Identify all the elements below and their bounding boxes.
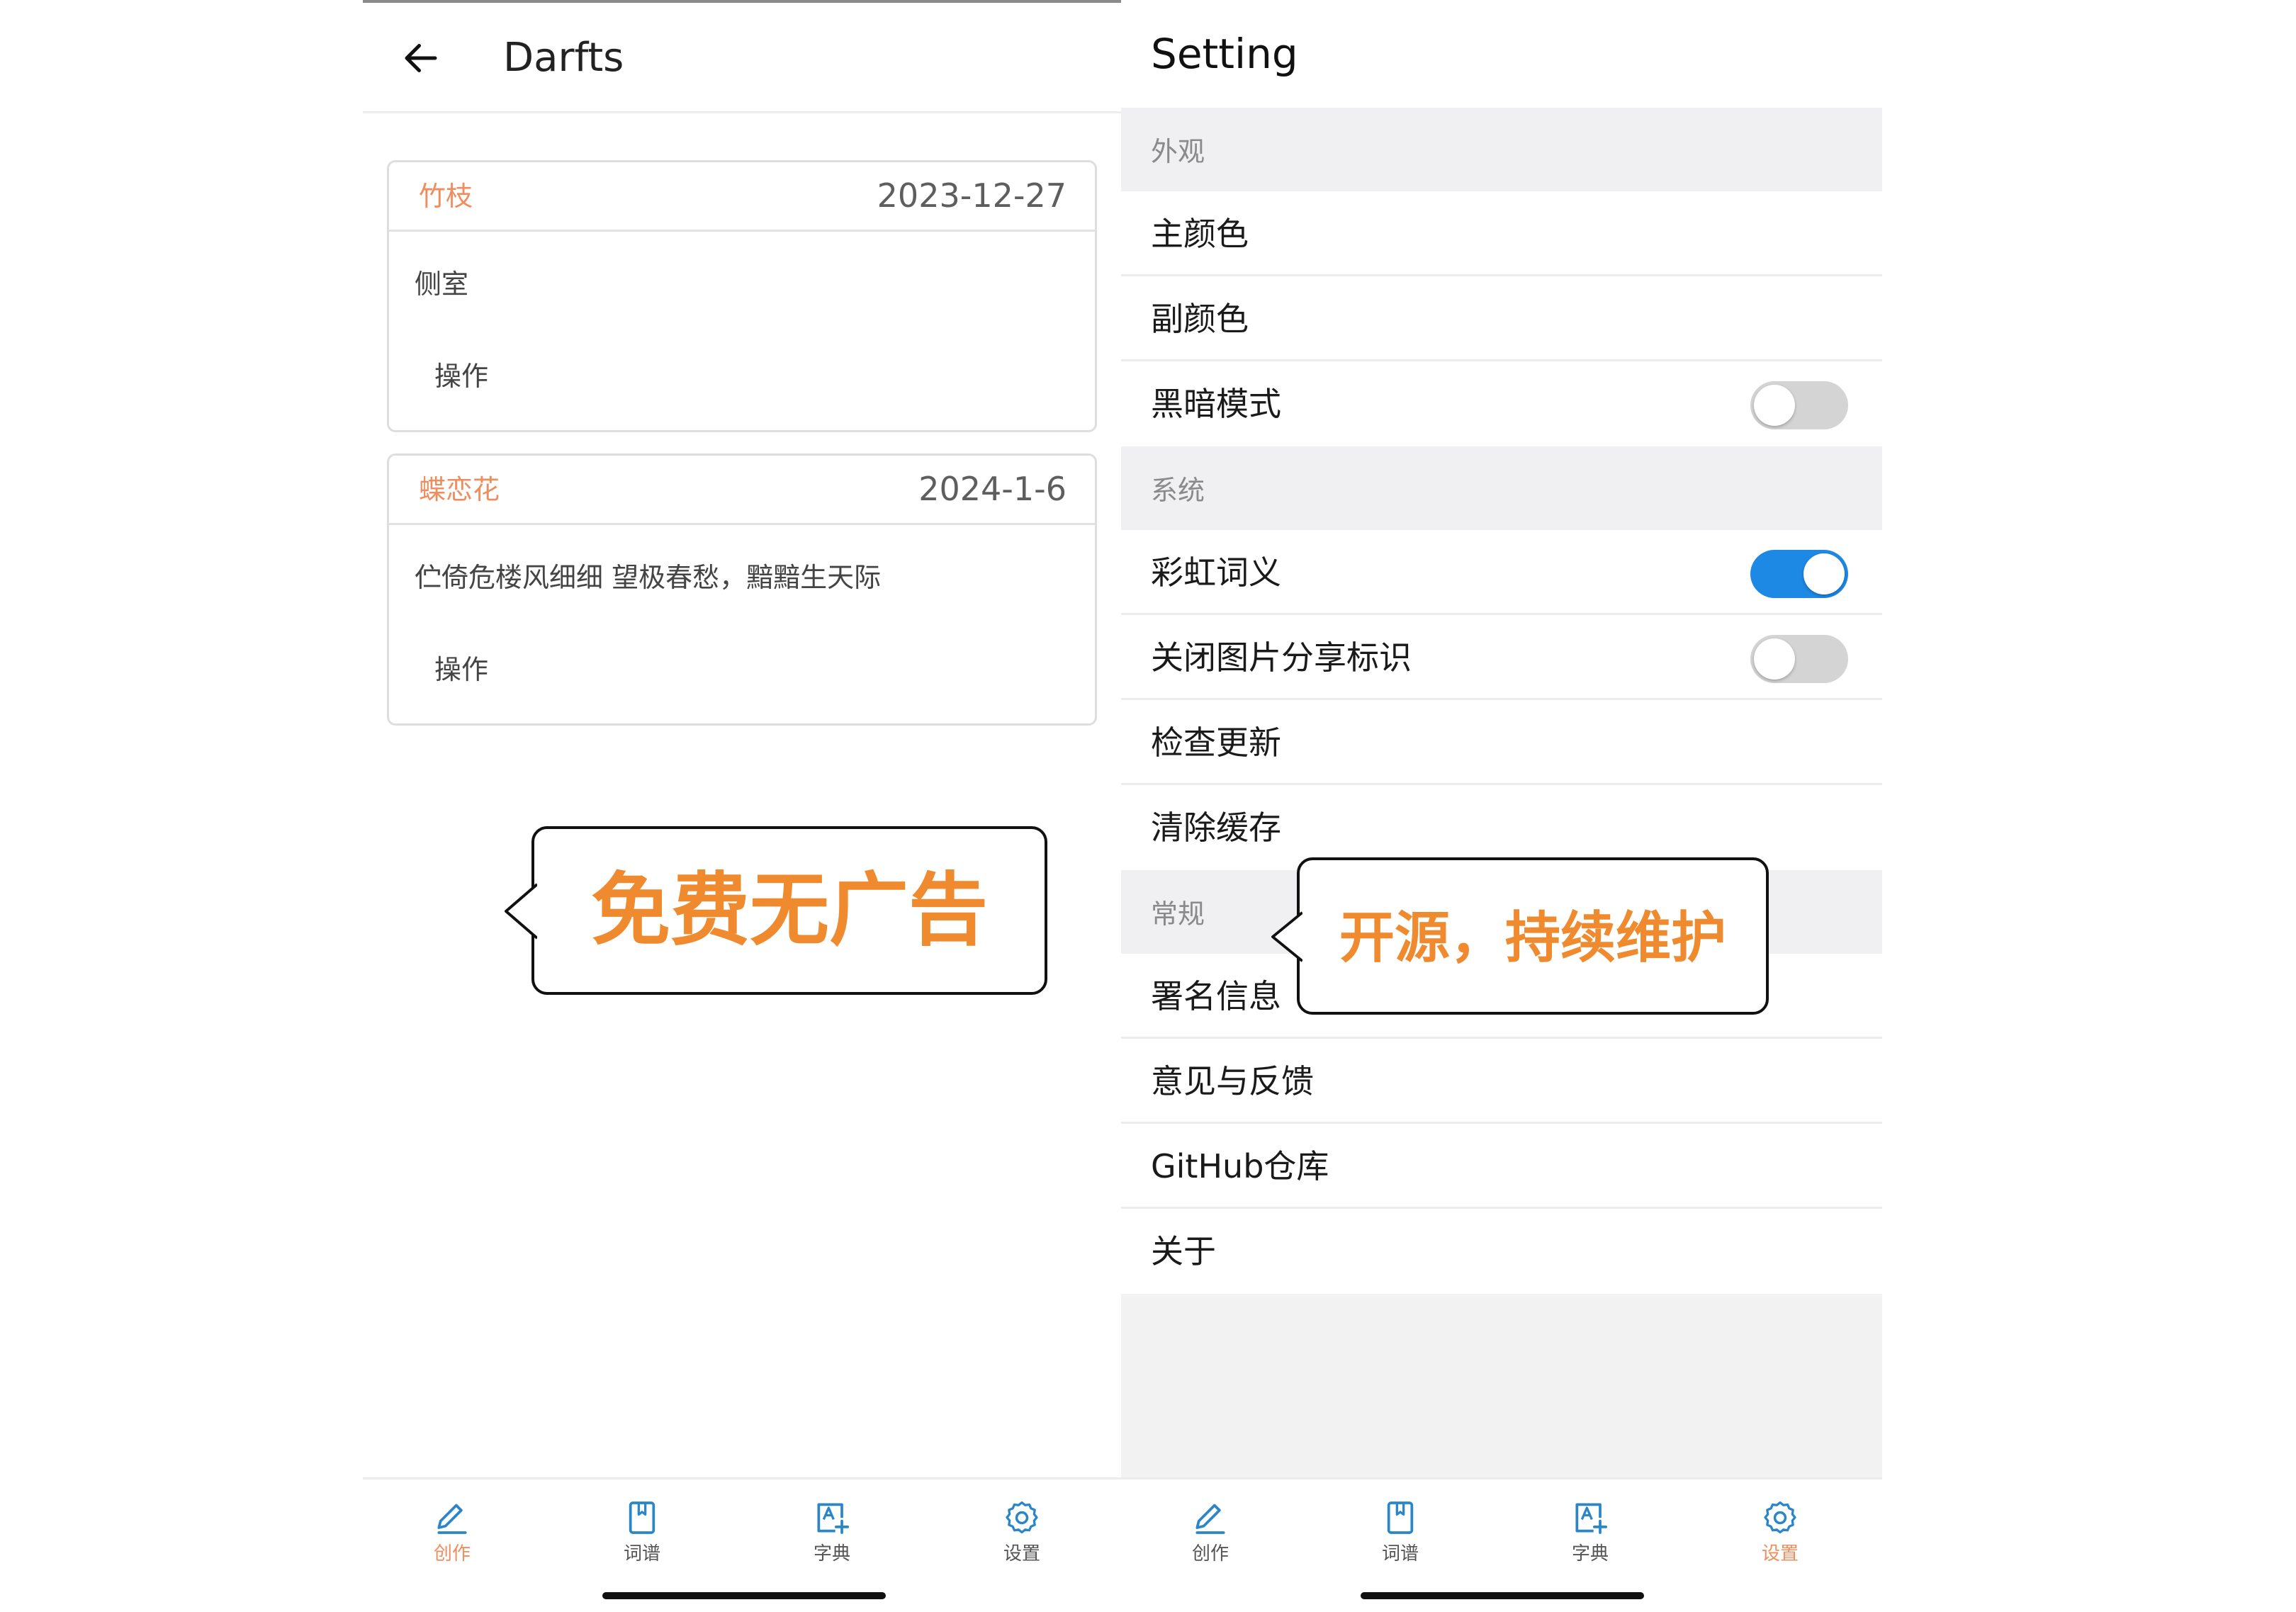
rainbow-meaning-toggle[interactable] [1750, 550, 1848, 598]
tab-cipu[interactable]: 词谱 [592, 1491, 692, 1590]
draft-card-header: 蝶恋花 2024-1-6 [389, 456, 1095, 525]
setting-hide-share-mark: 关闭图片分享标识 [1121, 615, 1882, 700]
setting-label: 意见与反馈 [1151, 1062, 1314, 1100]
back-button[interactable] [394, 31, 451, 85]
tab-settings[interactable]: 设置 [972, 1491, 1071, 1590]
toggle-knob [1754, 638, 1795, 680]
section-label: 外观 [1151, 136, 1205, 167]
callout-free-no-ads: 免费无广告 [505, 826, 1047, 995]
toggle-knob [1803, 553, 1845, 594]
home-indicator [602, 1592, 886, 1599]
section-label: 系统 [1151, 475, 1205, 506]
section-header-appearance: 外观 [1121, 108, 1882, 191]
setting-label: 副颜色 [1151, 300, 1249, 338]
tab-create[interactable]: 创作 [1161, 1491, 1260, 1590]
setting-check-update[interactable]: 检查更新 [1121, 700, 1882, 785]
tab-label: 创作 [1191, 1543, 1229, 1565]
arrow-left-icon [405, 44, 437, 72]
drafts-screen: Darfts 竹枝 2023-12-27 侧室 操作 蝶恋花 2024-1-6 … [363, 0, 1121, 1612]
callout-open-source: 开源，持续维护 [1271, 857, 1769, 1015]
setting-label: 关于 [1151, 1232, 1216, 1270]
gear-icon [1006, 1501, 1038, 1534]
toggle-knob [1754, 385, 1795, 426]
tab-create[interactable]: 创作 [403, 1491, 502, 1590]
dictionary-icon [817, 1503, 850, 1534]
tab-cipu[interactable]: 词谱 [1351, 1491, 1450, 1590]
hide-share-mark-toggle[interactable] [1750, 635, 1848, 683]
settings-header: Setting [1121, 0, 1882, 108]
tab-label: 字典 [813, 1543, 850, 1565]
draft-action-button[interactable]: 操作 [434, 358, 488, 395]
setting-label: 署名信息 [1151, 977, 1281, 1015]
pencil-icon [437, 1504, 467, 1534]
dark-mode-toggle[interactable] [1750, 381, 1848, 429]
setting-secondary-color[interactable]: 副颜色 [1121, 276, 1882, 361]
bottom-tab-bar: 创作 词谱 字典 设置 [363, 1477, 1121, 1612]
tab-dictionary[interactable]: 字典 [1541, 1491, 1640, 1590]
draft-title: 蝶恋花 [419, 474, 500, 505]
setting-label: 关闭图片分享标识 [1151, 638, 1412, 677]
draft-title: 竹枝 [419, 181, 473, 212]
tab-label: 设置 [1761, 1543, 1799, 1565]
draft-content: 伫倚危楼风细细 望极春愁，黯黯生天际 [415, 562, 882, 593]
setting-label: 黑暗模式 [1151, 385, 1281, 423]
page-title: Setting [1151, 30, 1298, 78]
callout-text: 开源，持续维护 [1339, 906, 1726, 970]
draft-date: 2024-1-6 [918, 470, 1067, 508]
gear-icon [1764, 1501, 1796, 1534]
bottom-tab-bar: 创作 词谱 字典 设置 [1121, 1477, 1882, 1612]
draft-card[interactable]: 蝶恋花 2024-1-6 伫倚危楼风细细 望极春愁，黯黯生天际 操作 [387, 453, 1097, 726]
tab-label: 字典 [1571, 1543, 1609, 1565]
setting-label: 主颜色 [1151, 215, 1249, 253]
book-icon [629, 1501, 655, 1534]
tab-label: 设置 [1003, 1543, 1040, 1565]
page-title: Darfts [503, 35, 624, 81]
section-label: 常规 [1151, 898, 1205, 930]
draft-date: 2023-12-27 [877, 176, 1067, 215]
setting-rainbow-meaning: 彩虹词义 [1121, 530, 1882, 615]
home-indicator [1361, 1592, 1644, 1599]
draft-content: 侧室 [415, 269, 469, 300]
settings-screen: Setting 外观 主颜色 副颜色 黑暗模式 系统 彩虹词义 关闭图片分享标识… [1121, 0, 1882, 1612]
tab-label: 词谱 [623, 1543, 660, 1565]
setting-label: 彩虹词义 [1151, 553, 1281, 592]
draft-action-button[interactable]: 操作 [434, 651, 488, 688]
callout-text: 免费无广告 [591, 864, 988, 957]
tab-settings[interactable]: 设置 [1731, 1491, 1830, 1590]
section-header-system: 系统 [1121, 446, 1882, 530]
draft-card[interactable]: 竹枝 2023-12-27 侧室 操作 [387, 160, 1097, 432]
setting-primary-color[interactable]: 主颜色 [1121, 191, 1882, 276]
setting-github-repo[interactable]: GitHub仓库 [1121, 1124, 1882, 1209]
tab-dictionary[interactable]: 字典 [782, 1491, 882, 1590]
pencil-icon [1195, 1504, 1225, 1534]
tab-label: 词谱 [1381, 1543, 1419, 1565]
draft-card-header: 竹枝 2023-12-27 [389, 162, 1095, 232]
callout-tail [505, 883, 537, 940]
dictionary-icon [1575, 1503, 1608, 1534]
setting-about[interactable]: 关于 [1121, 1209, 1882, 1294]
drafts-header: Darfts [363, 3, 1121, 113]
setting-dark-mode: 黑暗模式 [1121, 361, 1882, 446]
callout-tail [1271, 911, 1302, 962]
setting-label: 清除缓存 [1151, 808, 1281, 847]
tab-label: 创作 [433, 1543, 471, 1565]
setting-label: 检查更新 [1151, 723, 1281, 762]
book-icon [1387, 1501, 1414, 1534]
setting-label: GitHub仓库 [1151, 1147, 1329, 1185]
setting-feedback[interactable]: 意见与反馈 [1121, 1039, 1882, 1124]
